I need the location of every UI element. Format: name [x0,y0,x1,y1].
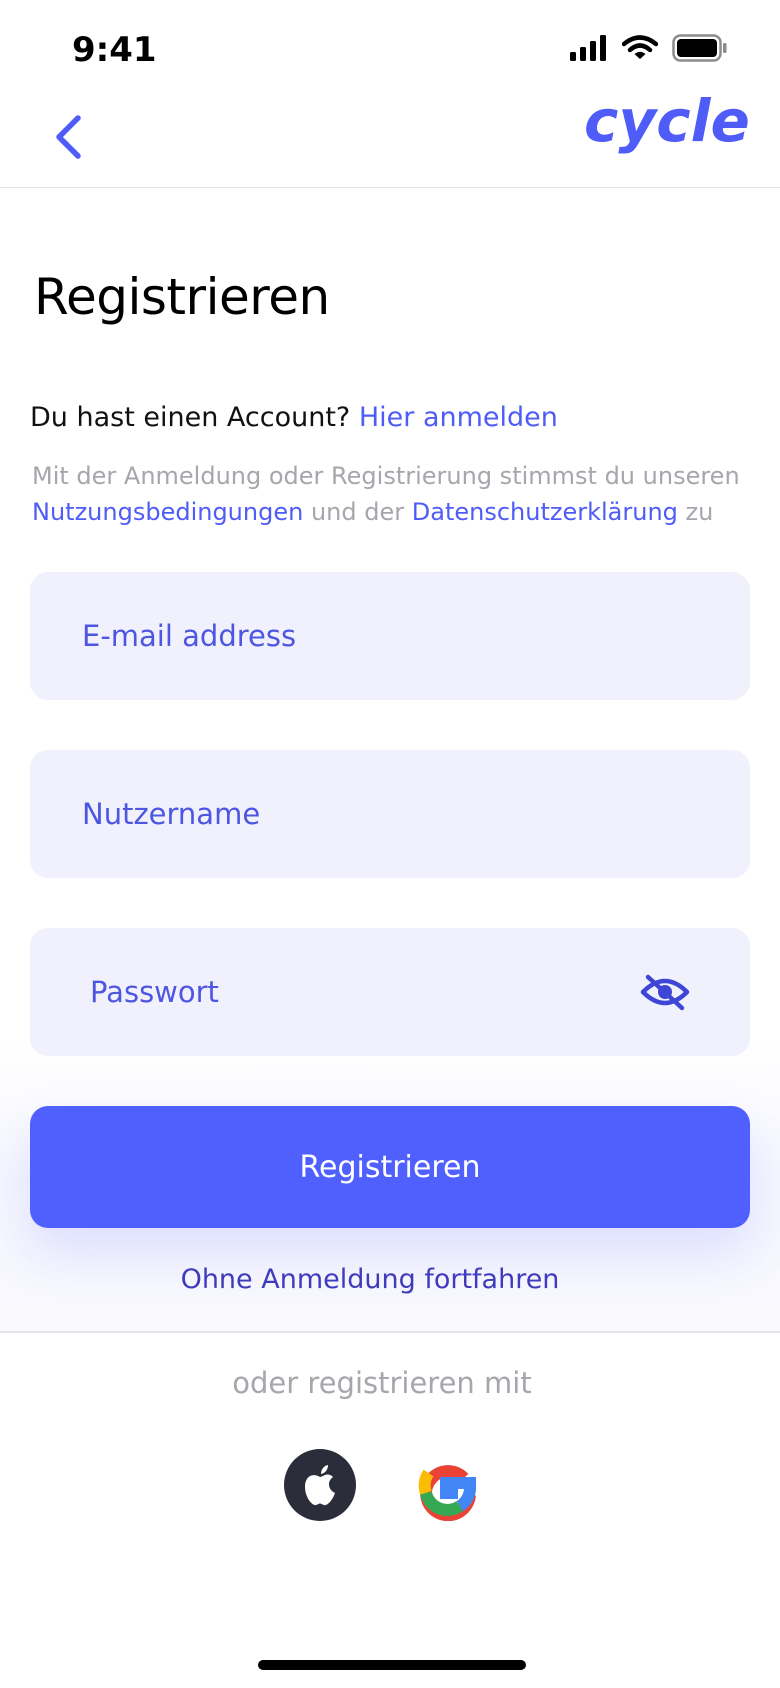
continue-without-login-link[interactable]: Ohne Anmeldung fortfahren [0,1264,740,1295]
google-icon [418,1465,476,1521]
account-prompt-line: Du hast einen Account? Hier anmelden [30,402,558,433]
cellular-signal-icon [570,35,606,61]
login-link[interactable]: Hier anmelden [359,402,558,433]
logo-text: cycler [584,89,750,155]
section-divider [0,1331,780,1333]
page-title: Registrieren [34,268,330,326]
wifi-icon [622,35,658,59]
social-signup-row [284,1449,480,1521]
nav-bar: cycler [0,87,780,188]
username-input[interactable] [80,796,684,832]
terms-of-use-link[interactable]: Nutzungsbedingungen [32,498,303,526]
register-button[interactable]: Registrieren [30,1106,750,1228]
back-button[interactable] [44,105,92,169]
chevron-left-icon [56,115,81,159]
status-bar: 9:41 [0,0,780,95]
eye-off-icon [640,974,690,1011]
google-signup-button[interactable] [408,1449,480,1521]
privacy-policy-link[interactable]: Datenschutzerklärung [412,498,678,526]
apple-icon [305,1465,335,1506]
status-icons [570,34,728,62]
alternative-signup-label: oder registrieren mit [232,1366,532,1400]
password-visibility-toggle[interactable] [640,972,690,1012]
battery-icon [672,34,727,62]
terms-notice: Mit der Anmeldung oder Registrierung sti… [32,458,752,530]
apple-signup-button[interactable] [284,1449,356,1521]
terms-middle: und der [310,498,405,526]
email-input[interactable] [80,618,684,654]
account-prompt: Du hast einen Account? [30,402,351,433]
terms-prefix: Mit der Anmeldung oder Registrierung sti… [32,462,740,490]
password-field[interactable] [30,928,750,1056]
cycler-logo: cycler [580,87,780,177]
home-indicator [258,1660,526,1670]
username-field[interactable] [30,750,750,878]
terms-suffix: zu [685,498,714,526]
password-input[interactable] [88,974,692,1010]
email-field[interactable] [30,572,750,700]
status-time: 9:41 [72,30,157,70]
